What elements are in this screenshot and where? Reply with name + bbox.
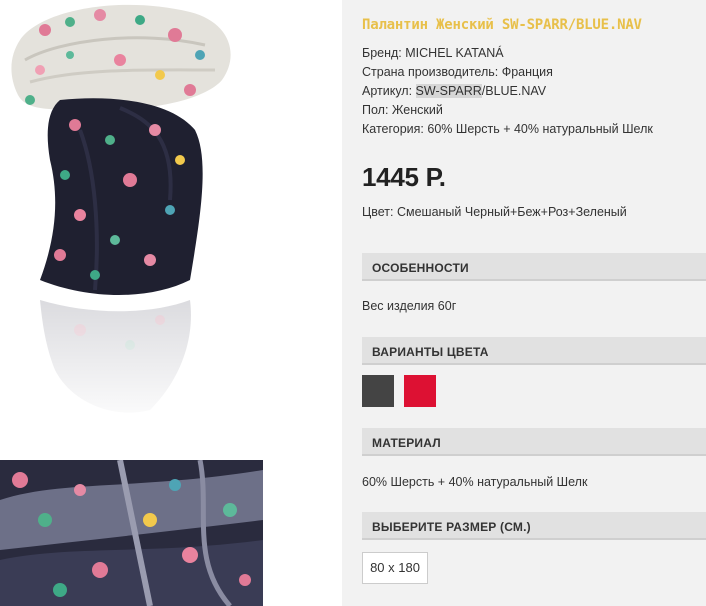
color-variants-section-header[interactable]: ВАРИАНТЫ ЦВЕТА <box>362 337 706 365</box>
color-swatch-red[interactable] <box>404 375 436 407</box>
material-section-title: МАТЕРИАЛ <box>372 436 441 450</box>
product-title: Палантин Женский SW-SPARR/BLUE.NAV <box>362 17 642 33</box>
gender-label: Пол: <box>362 103 392 117</box>
main-product-photo[interactable] <box>0 0 300 430</box>
color-label: Цвет: <box>362 205 397 219</box>
brand-row: Бренд: MICHEL KATANÁ <box>362 44 653 63</box>
country-label: Страна производитель: <box>362 65 502 79</box>
sku-label: Артикул: <box>362 84 416 98</box>
size-section-title: ВЫБЕРИТЕ РАЗМЕР (СМ.) <box>372 520 531 534</box>
features-section-title: ОСОБЕННОСТИ <box>372 261 469 275</box>
color-row: Цвет: Смешаный Черный+Беж+Роз+Зеленый <box>362 205 627 219</box>
product-price: 1445 Р. <box>362 162 446 192</box>
category-label: Категория: <box>362 122 428 136</box>
size-section-header[interactable]: ВЫБЕРИТЕ РАЗМЕР (СМ.) <box>362 512 706 540</box>
size-option-button[interactable]: 80 x 180 <box>362 552 428 584</box>
brand-value: MICHEL KATANÁ <box>405 46 504 60</box>
features-text: Вес изделия 60г <box>362 299 457 313</box>
color-swatch-dark-grey[interactable] <box>362 375 394 407</box>
gender-value: Женский <box>391 103 443 117</box>
product-info-panel: Палантин Женский SW-SPARR/BLUE.NAV Бренд… <box>342 0 706 606</box>
material-text: 60% Шерсть + 40% натуральный Шелк <box>362 475 588 489</box>
country-value: Франция <box>501 65 553 79</box>
product-page: Палантин Женский SW-SPARR/BLUE.NAV Бренд… <box>0 0 706 606</box>
sku-value-highlight: SW-SPARR <box>415 84 482 98</box>
features-section-header[interactable]: ОСОБЕННОСТИ <box>362 253 706 281</box>
country-row: Страна производитель: Франция <box>362 63 653 82</box>
product-properties: Бренд: MICHEL KATANÁ Страна производител… <box>362 44 653 139</box>
product-gallery <box>0 0 342 606</box>
color-variants-section-title: ВАРИАНТЫ ЦВЕТА <box>372 345 489 359</box>
color-value: Смешаный Черный+Беж+Роз+Зеленый <box>396 205 627 219</box>
gender-row: Пол: Женский <box>362 101 653 120</box>
thumbnail-photo[interactable] <box>0 460 263 606</box>
category-value: 60% Шерсть + 40% натуральный Шелк <box>427 122 653 136</box>
sku-row: Артикул: SW-SPARR/BLUE.NAV <box>362 82 653 101</box>
material-section-header[interactable]: МАТЕРИАЛ <box>362 428 706 456</box>
sku-value-rest: /BLUE.NAV <box>481 84 547 98</box>
category-row: Категория: 60% Шерсть + 40% натуральный … <box>362 120 653 139</box>
brand-label: Бренд: <box>362 46 406 60</box>
